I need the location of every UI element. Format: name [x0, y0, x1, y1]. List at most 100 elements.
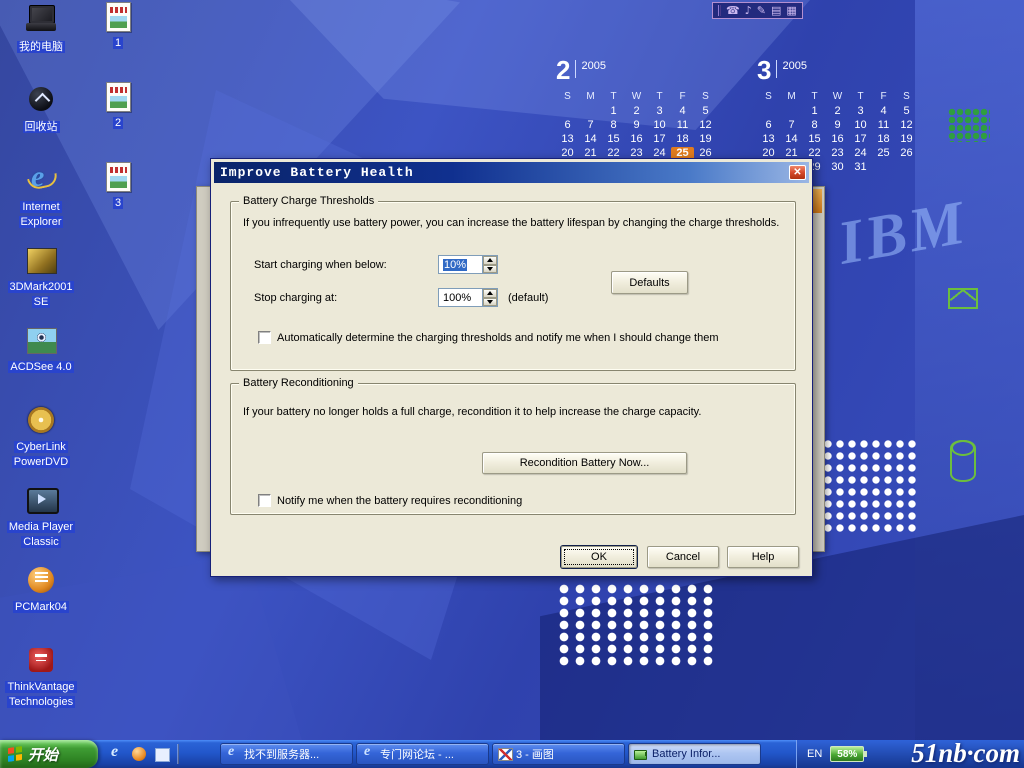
language-indicator[interactable]: EN — [807, 748, 822, 760]
envelope-icon — [948, 288, 978, 309]
wallpaper-green-grid-icon — [948, 108, 990, 142]
calendar-date: 14 — [579, 133, 602, 147]
taskbar-task-button[interactable]: 找不到服务器... — [220, 743, 353, 765]
dialog-titlebar[interactable]: Improve Battery Health ✕ — [214, 162, 809, 183]
calendar-date: 12 — [895, 119, 918, 133]
spin-up-button[interactable] — [483, 256, 497, 265]
calendar-date: 10 — [849, 119, 872, 133]
ibm-logo: IBM — [833, 187, 973, 279]
desktop-icon-label: 回收站 — [23, 121, 60, 133]
desktop-icon-label: Internet Explorer — [19, 201, 64, 228]
close-button[interactable]: ✕ — [789, 165, 806, 180]
desktop-icon-my-computer[interactable]: 我的电脑 — [4, 4, 78, 69]
internet-explorer-icon — [24, 164, 58, 196]
desktop-icon-jpg-file[interactable]: 3 — [94, 162, 142, 210]
stop-threshold-spinner[interactable]: 100% — [438, 288, 498, 307]
close-icon: ✕ — [793, 166, 801, 179]
calendar-date: 26 — [895, 147, 918, 161]
calendar-divider — [776, 60, 777, 78]
calendar-date: 31 — [849, 161, 872, 175]
windows-logo-icon — [8, 746, 22, 762]
desktop-icon-powerdvd[interactable]: CyberLink PowerDVD — [4, 404, 78, 469]
calendar-date: 13 — [757, 133, 780, 147]
task-label: 专门网论坛 - ... — [380, 746, 454, 762]
calendar-date — [757, 105, 780, 119]
desktop-icon-jpg-file[interactable]: 1 — [94, 2, 142, 50]
desktop-icon-thinkvantage[interactable]: ThinkVantage Technologies — [4, 644, 78, 709]
taskbar-task-button[interactable]: 3 - 画图 — [492, 743, 625, 765]
powerdvd-icon — [24, 404, 58, 436]
toolbar-icon[interactable]: ✎ — [757, 3, 766, 18]
cancel-button[interactable]: Cancel — [647, 546, 719, 568]
checkbox[interactable] — [258, 494, 271, 507]
auto-determine-checkbox-row[interactable]: Automatically determine the charging thr… — [258, 331, 718, 344]
day-letter: W — [826, 91, 849, 105]
desktop-icon-acdsee[interactable]: ACDSee 4.0 — [4, 324, 78, 389]
calendar-date: 17 — [648, 133, 671, 147]
acdsee-icon — [24, 324, 58, 356]
quick-launch-show-desktop-icon[interactable] — [154, 746, 171, 763]
calendar-date: 15 — [602, 133, 625, 147]
calendar-date: 11 — [671, 119, 694, 133]
checkbox-label: Notify me when the battery requires reco… — [277, 495, 522, 507]
toolbar-icon[interactable]: ▤ — [771, 3, 781, 18]
desktop-icon-label: Media Player Classic — [7, 521, 75, 548]
wallpaper-dots-pattern — [822, 438, 918, 536]
checkbox[interactable] — [258, 331, 271, 344]
task-icon — [498, 747, 512, 761]
desktop-icon-internet-explorer[interactable]: Internet Explorer — [4, 164, 78, 229]
calendar-date: 6 — [556, 119, 579, 133]
toolbar-icon[interactable]: ▦ — [786, 3, 796, 18]
battery-tray-indicator[interactable]: 58% — [830, 746, 864, 762]
task-icon — [634, 747, 648, 761]
calendar-date: 3 — [849, 105, 872, 119]
taskbar-task-button[interactable]: Battery Infor... — [628, 743, 761, 765]
desktop-icon-pcmark[interactable]: PCMark04 — [4, 564, 78, 629]
task-label: Battery Infor... — [652, 748, 720, 760]
desktop-icon-label: ThinkVantage Technologies — [5, 681, 76, 708]
quick-launch-ie-icon[interactable] — [108, 746, 125, 763]
start-threshold-spinner[interactable]: 10% — [438, 255, 498, 274]
start-button[interactable]: 开始 — [0, 740, 98, 768]
calendar-header: 3 2005 — [757, 57, 918, 87]
desktop-icon-label: 我的电脑 — [17, 41, 65, 53]
day-letter: W — [625, 91, 648, 105]
spin-up-button[interactable] — [483, 289, 497, 298]
taskbar-divider — [177, 744, 179, 764]
toolbar-icon[interactable]: ♪ — [745, 3, 752, 18]
help-button[interactable]: Help — [727, 546, 799, 568]
spin-down-button[interactable] — [483, 298, 497, 307]
desktop-icon-label: 3DMark2001 SE — [8, 281, 75, 308]
defaults-button[interactable]: Defaults — [611, 271, 688, 294]
calendar-date: 1 — [602, 105, 625, 119]
toolbar-grip[interactable] — [718, 5, 721, 16]
desktop-icon-3dmark[interactable]: 3DMark2001 SE — [4, 244, 78, 309]
recondition-battery-button[interactable]: Recondition Battery Now... — [482, 452, 687, 474]
pcmark-icon — [24, 564, 58, 596]
taskbar-task-button[interactable]: 专门网论坛 - ... — [356, 743, 489, 765]
calendar-date: 8 — [602, 119, 625, 133]
desktop-icon-label: ACDSee 4.0 — [8, 361, 73, 373]
desktop-icon-recycle-bin[interactable]: 回收站 — [4, 84, 78, 149]
calendar-date: 7 — [780, 119, 803, 133]
calendar-date: 15 — [803, 133, 826, 147]
task-label: 找不到服务器... — [244, 746, 319, 762]
toolbar-icon[interactable]: ☎ — [726, 3, 740, 18]
desktop-icon-jpg-file[interactable]: 2 — [94, 82, 142, 130]
calendar-date: 19 — [895, 133, 918, 147]
calendar-date: 3 — [648, 105, 671, 119]
calendar-date: 9 — [826, 119, 849, 133]
chevron-down-icon — [487, 267, 493, 274]
notify-reconditioning-checkbox-row[interactable]: Notify me when the battery requires reco… — [258, 494, 522, 507]
spin-down-button[interactable] — [483, 265, 497, 274]
day-letter: S — [556, 91, 579, 105]
media-player-classic-icon — [24, 484, 58, 516]
calendar-header: 2 2005 — [556, 57, 717, 87]
day-letter: M — [780, 91, 803, 105]
quick-launch-media-icon[interactable] — [131, 746, 148, 763]
ok-button[interactable]: OK — [561, 546, 637, 568]
desktop-icon-label: 3 — [113, 197, 123, 209]
calendar-date: 18 — [671, 133, 694, 147]
stop-charging-label: Stop charging at: — [254, 292, 337, 304]
desktop-icon-media-player-classic[interactable]: Media Player Classic — [4, 484, 78, 549]
